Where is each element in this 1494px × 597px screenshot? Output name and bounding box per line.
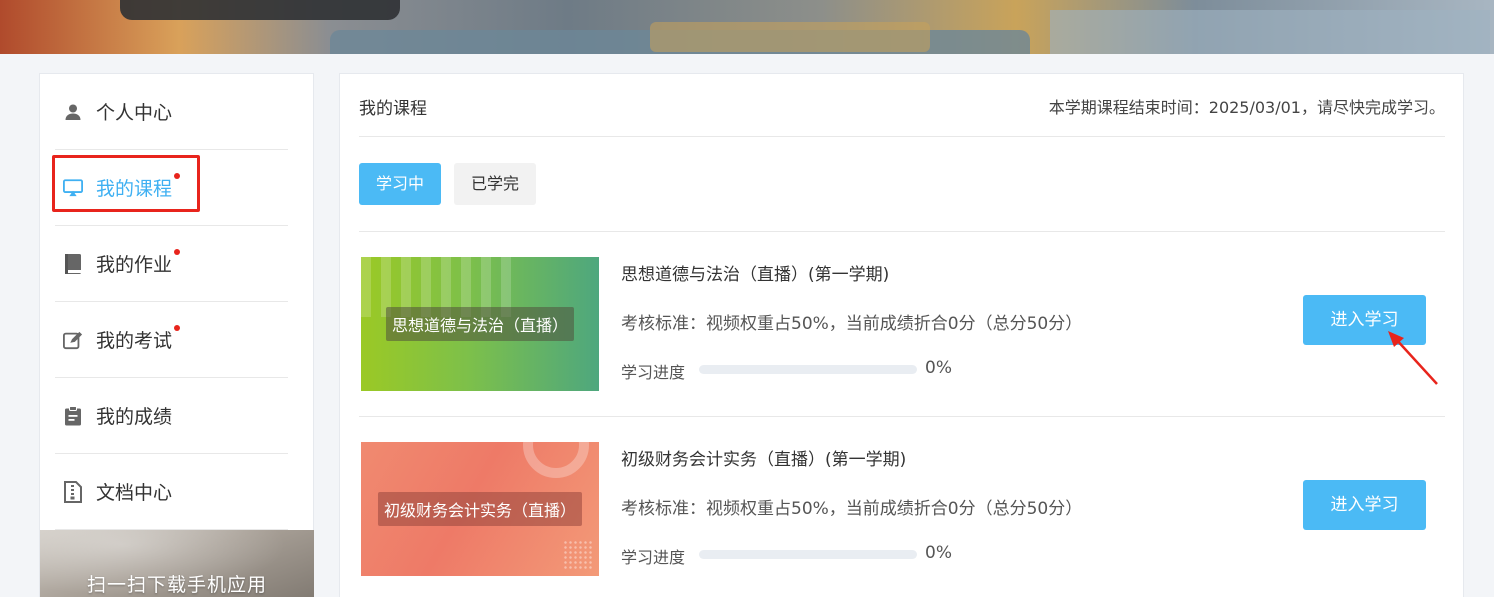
tab-in-progress[interactable]: 学习中 — [359, 163, 441, 205]
progress-percent: 0% — [925, 358, 952, 378]
sidebar-item-label: 我的考试 — [96, 330, 173, 352]
sidebar-item-exams[interactable]: 我的考试 — [55, 302, 288, 378]
progress-bar — [699, 550, 917, 559]
progress-bar — [699, 365, 917, 374]
highlight-box — [52, 155, 200, 212]
thumbnail-label: 思想道德与法治（直播） — [385, 307, 575, 341]
notification-dot — [174, 249, 180, 255]
sidebar: 个人中心 我的课程 我的作业 我的考试 我的成绩 文档中心 扫一扫下载手机应用 — [39, 73, 314, 597]
pointer-arrow-icon — [1388, 331, 1438, 385]
course-standard: 考核标准：视频权重占50%，当前成绩折合0分（总分50分） — [621, 314, 1083, 334]
sidebar-item-label: 个人中心 — [96, 102, 173, 124]
sidebar-item-grades[interactable]: 我的成绩 — [55, 378, 288, 454]
user-icon — [63, 102, 83, 122]
course-title[interactable]: 思想道德与法治（直播）(第一学期) — [621, 260, 889, 285]
sidebar-item-homework[interactable]: 我的作业 — [55, 226, 288, 302]
enter-study-button[interactable]: 进入学习 — [1303, 480, 1426, 530]
clipboard-icon — [63, 405, 83, 426]
tab-completed[interactable]: 已学完 — [454, 163, 536, 205]
progress-percent: 0% — [925, 543, 952, 563]
progress-label: 学习进度 — [621, 548, 686, 567]
page-title: 我的课程 — [359, 99, 427, 119]
thumbnail-label: 初级财务会计实务（直播） — [377, 492, 583, 526]
app-download-text: 扫一扫下载手机应用 — [86, 574, 267, 596]
sidebar-item-label: 我的成绩 — [96, 406, 173, 428]
book-icon — [63, 253, 83, 274]
course-standard: 考核标准：视频权重占50%，当前成绩折合0分（总分50分） — [621, 499, 1083, 519]
course-thumbnail[interactable]: 思想道德与法治（直播） — [361, 257, 599, 391]
edit-icon — [63, 330, 83, 350]
main-panel: 我的课程 本学期课程结束时间：2025/03/01，请尽快完成学习。 学习中 已… — [339, 73, 1464, 597]
document-icon — [63, 480, 83, 503]
top-banner — [0, 0, 1494, 54]
progress-label: 学习进度 — [621, 363, 686, 382]
course-card: 初级财务会计实务（直播） 初级财务会计实务（直播）(第一学期) 考核标准：视频权… — [359, 417, 1445, 597]
sidebar-item-label: 文档中心 — [96, 482, 173, 504]
notification-dot — [174, 325, 180, 331]
course-card: 思想道德与法治（直播） 思想道德与法治（直播）(第一学期) 考核标准：视频权重占… — [359, 232, 1445, 417]
course-title[interactable]: 初级财务会计实务（直播）(第一学期) — [621, 445, 906, 470]
sidebar-item-profile[interactable]: 个人中心 — [55, 74, 288, 150]
main-header: 我的课程 本学期课程结束时间：2025/03/01，请尽快完成学习。 — [359, 74, 1445, 137]
sidebar-item-label: 我的作业 — [96, 254, 173, 276]
sidebar-item-documents[interactable]: 文档中心 — [55, 454, 288, 530]
course-thumbnail[interactable]: 初级财务会计实务（直播） — [361, 442, 599, 576]
app-download-panel[interactable]: 扫一扫下载手机应用 — [40, 530, 314, 597]
term-end-note: 本学期课程结束时间：2025/03/01，请尽快完成学习。 — [1048, 98, 1445, 117]
